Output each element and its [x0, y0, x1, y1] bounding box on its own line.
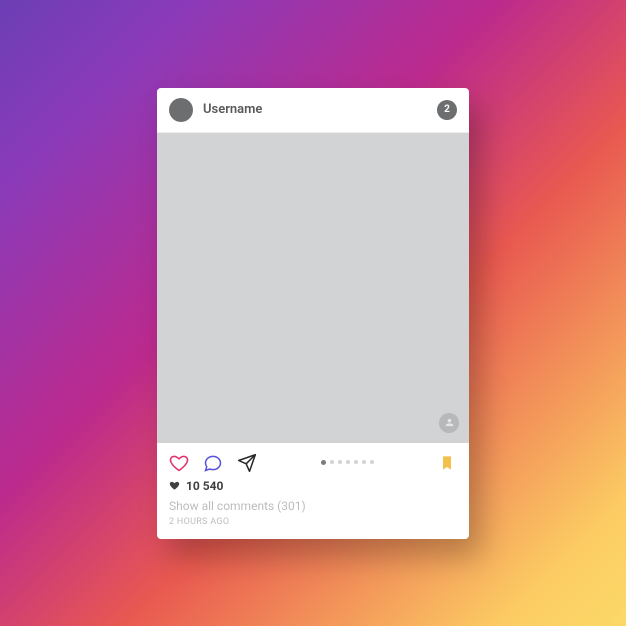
likes-number: 10 540 — [186, 479, 223, 493]
carousel-dot[interactable] — [370, 460, 374, 464]
action-bar — [157, 443, 469, 479]
carousel-dot[interactable] — [330, 460, 334, 464]
post-meta: 10 540 Show all comments (301) 2 HOURS A… — [157, 479, 469, 539]
carousel-dot[interactable] — [338, 460, 342, 464]
avatar[interactable] — [169, 98, 193, 122]
bookmark-button[interactable] — [437, 453, 457, 473]
comment-button[interactable] — [203, 453, 223, 473]
likes-count[interactable]: 10 540 — [169, 479, 457, 493]
post-image[interactable] — [157, 133, 469, 443]
post-header: Username 2 — [157, 88, 469, 133]
paper-plane-icon — [237, 453, 257, 473]
share-button[interactable] — [237, 453, 257, 473]
username-label[interactable]: Username — [203, 102, 437, 117]
like-button[interactable] — [169, 453, 189, 473]
carousel-dot[interactable] — [362, 460, 366, 464]
tagged-people-icon[interactable] — [439, 413, 459, 433]
carousel-dot[interactable] — [354, 460, 358, 464]
carousel-indicator — [257, 460, 437, 465]
notification-badge[interactable]: 2 — [437, 100, 457, 120]
carousel-dot[interactable] — [321, 460, 326, 465]
heart-filled-icon — [169, 480, 180, 491]
heart-icon — [169, 453, 189, 473]
timestamp-label: 2 HOURS AGO — [169, 517, 457, 527]
carousel-dot[interactable] — [346, 460, 350, 464]
comment-icon — [203, 453, 223, 473]
action-left-group — [169, 453, 257, 473]
show-comments-link[interactable]: Show all comments (301) — [169, 499, 457, 513]
post-card: Username 2 — [157, 88, 469, 539]
bookmark-icon — [439, 453, 455, 473]
